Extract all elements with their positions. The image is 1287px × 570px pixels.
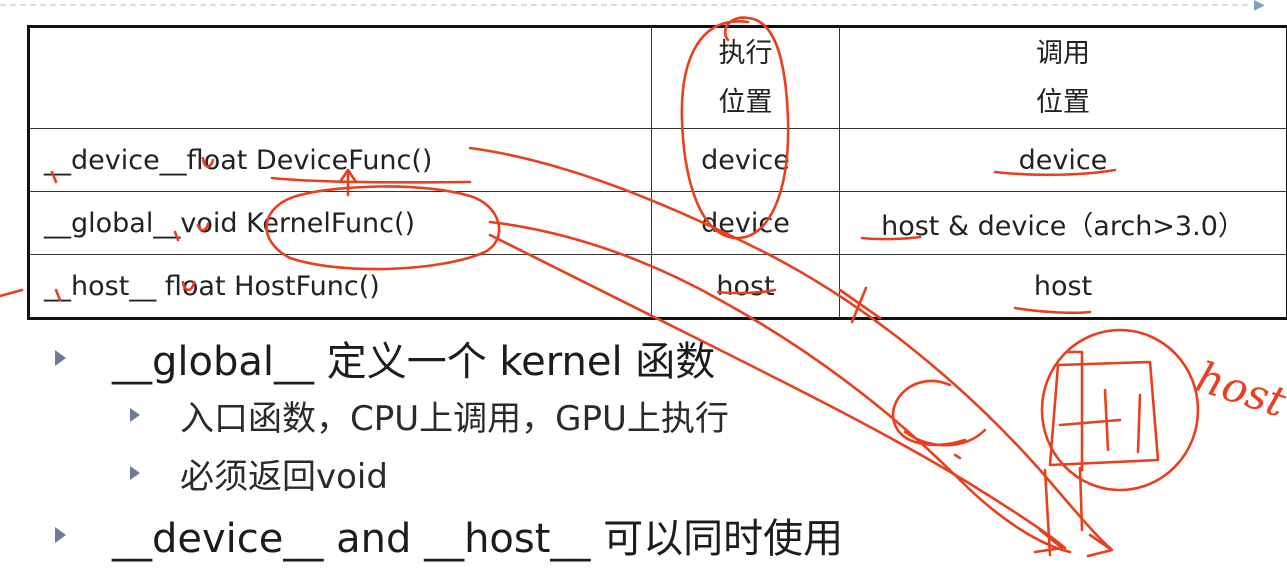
- bullet-global-text: __global__ 定义一个 kernel 函数: [112, 339, 716, 385]
- list-item: 入口函数，CPU上调用，GPU上执行: [130, 392, 729, 439]
- bullet-device-host-text: __device__ and __host__ 可以同时使用: [112, 516, 844, 562]
- bullet-triangle-icon: [130, 408, 140, 422]
- bullet-triangle-icon: [55, 527, 66, 543]
- list-item: __global__ 定义一个 kernel 函数: [55, 333, 715, 385]
- bullet-entry-text: 入口函数，CPU上调用，GPU上执行: [180, 398, 729, 439]
- list-item: __device__ and __host__ 可以同时使用: [55, 510, 843, 562]
- bullet-list: __global__ 定义一个 kernel 函数 入口函数，CPU上调用，GP…: [0, 0, 1287, 570]
- bullet-return-void-text: 必须返回void: [180, 456, 388, 497]
- bullet-triangle-icon: [55, 350, 66, 366]
- bullet-triangle-icon: [130, 466, 140, 480]
- list-item: 必须返回void: [130, 450, 388, 497]
